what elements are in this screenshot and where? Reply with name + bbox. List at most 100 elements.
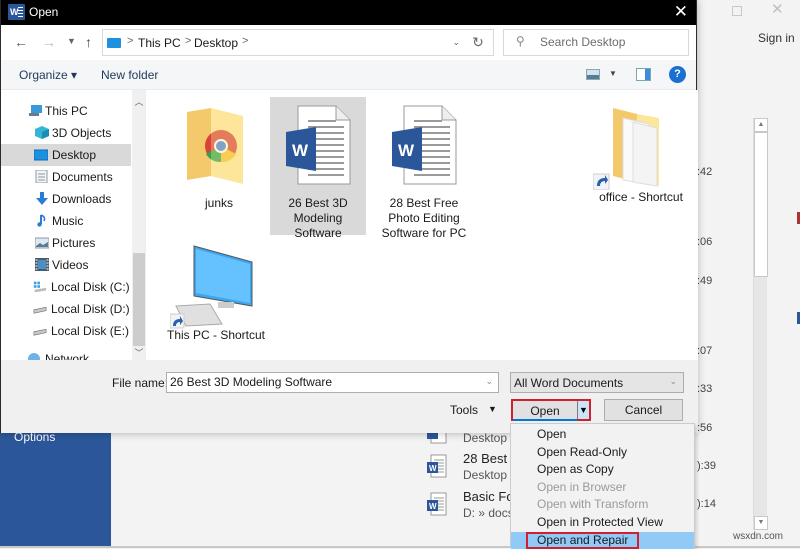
- file-item-shortcut[interactable]: This PC - Shortcut: [166, 244, 266, 344]
- open-split-button[interactable]: Open ▼: [511, 399, 591, 421]
- file-item-shortcut[interactable]: office - Shortcut: [589, 98, 693, 208]
- menu-item-open-read-only[interactable]: Open Read-Only: [511, 444, 694, 462]
- breadcrumb-separator-icon[interactable]: >: [127, 35, 133, 47]
- nav-item-label: Local Disk (D:): [51, 302, 130, 316]
- recent-item-title: 28 Best: [463, 451, 508, 466]
- search-input[interactable]: [540, 35, 680, 49]
- chrome-folder-icon: [187, 108, 243, 184]
- menu-item-open-and-repair[interactable]: Open and Repair: [511, 531, 694, 549]
- scrollbar-thumb[interactable]: [754, 132, 768, 277]
- dialog-title: Open: [29, 5, 59, 19]
- up-arrow-icon[interactable]: ↑: [85, 34, 92, 50]
- highlight-annotation-box: [526, 531, 639, 549]
- sign-in-link[interactable]: Sign in: [758, 31, 795, 45]
- open-options-dropdown-arrow-icon[interactable]: ▼: [577, 401, 589, 419]
- nav-item-documents[interactable]: Documents: [1, 166, 131, 188]
- open-button[interactable]: Open: [513, 404, 577, 418]
- recent-item-title: Basic Fo: [463, 489, 514, 504]
- nav-item-label: 3D Objects: [52, 126, 112, 140]
- nav-item-label: Pictures: [52, 236, 96, 250]
- close-icon[interactable]: ✕: [674, 2, 688, 22]
- address-history-chevron-icon[interactable]: ⌄: [452, 37, 460, 48]
- nav-item-desktop[interactable]: Desktop: [1, 144, 131, 166]
- scroll-down-chevron-icon[interactable]: ﹀: [132, 346, 145, 360]
- nav-item-label: Desktop: [52, 148, 97, 162]
- navigation-pane-scrollbar[interactable]: ︿ ﹀: [132, 90, 145, 360]
- tools-menu-button[interactable]: Tools: [450, 403, 478, 417]
- file-name: office - Shortcut: [599, 190, 683, 204]
- recent-list-scrollbar[interactable]: ▲ ▼: [753, 118, 768, 530]
- word-app-icon: W: [8, 4, 25, 20]
- change-view-icon[interactable]: [586, 69, 600, 80]
- word-document-icon: W: [286, 105, 351, 185]
- close-icon[interactable]: ✕: [771, 0, 784, 18]
- documents-icon: [35, 170, 48, 183]
- menu-item-open-in-protected-view[interactable]: Open in Protected View: [511, 514, 694, 532]
- nav-item-music[interactable]: Music: [1, 210, 131, 232]
- breadcrumb-separator-icon[interactable]: >: [242, 35, 248, 47]
- menu-item-open-with-transform: Open with Transform: [511, 496, 694, 514]
- scroll-up-chevron-icon[interactable]: ︿: [132, 95, 145, 109]
- chevron-down-icon[interactable]: ⌄: [485, 376, 493, 387]
- cube-icon: [35, 126, 49, 139]
- menu-item-open[interactable]: Open: [511, 426, 694, 444]
- file-name-input[interactable]: [170, 375, 470, 389]
- windows-drive-icon: [33, 281, 47, 293]
- nav-item-local-disk-c[interactable]: Local Disk (C:): [1, 276, 131, 298]
- file-item-folder[interactable]: junks: [171, 98, 267, 218]
- file-type-select[interactable]: All Word Documents ⌄: [510, 372, 684, 393]
- nav-item-label: Local Disk (C:): [51, 280, 130, 294]
- nav-item-this-pc[interactable]: This PC: [1, 100, 131, 122]
- nav-item-pictures[interactable]: Pictures: [1, 232, 131, 254]
- forward-arrow-icon[interactable]: →: [42, 34, 56, 50]
- dialog-titlebar[interactable]: W Open ✕: [1, 0, 696, 25]
- nav-item-downloads[interactable]: Downloads: [1, 188, 131, 210]
- help-icon[interactable]: ?: [669, 66, 686, 83]
- breadcrumb-desktop[interactable]: Desktop: [194, 36, 238, 50]
- recent-item-location: D: » docs: [463, 506, 514, 520]
- desktop-icon: [34, 149, 48, 161]
- file-name-combobox[interactable]: ⌄: [166, 372, 499, 393]
- recent-time: ):14: [697, 498, 716, 510]
- scroll-down-arrow-icon[interactable]: ▼: [754, 516, 768, 530]
- address-bar[interactable]: > This PC > Desktop > ⌄: [102, 29, 467, 56]
- recent-time: :49: [697, 275, 713, 287]
- menu-item-label: Open as Copy: [537, 462, 614, 477]
- file-name: This PC - Shortcut: [166, 328, 266, 342]
- folder-shortcut-icon: [593, 108, 659, 190]
- cancel-button[interactable]: Cancel: [604, 399, 683, 421]
- pictures-icon: [35, 237, 49, 249]
- breadcrumb-this-pc[interactable]: This PC: [138, 36, 181, 50]
- recent-document-item[interactable]: W 28 Best Desktop: [427, 451, 517, 485]
- menu-item-open-as-copy[interactable]: Open as Copy: [511, 461, 694, 479]
- new-folder-button[interactable]: New folder: [101, 68, 158, 82]
- nav-item-3d-objects[interactable]: 3D Objects: [1, 122, 131, 144]
- search-box[interactable]: ⚲: [503, 29, 689, 56]
- preview-pane-icon[interactable]: [636, 68, 651, 81]
- file-name: 28 Best Free Photo Editing Software for …: [381, 196, 467, 240]
- recent-locations-chevron-icon[interactable]: ▼: [67, 36, 76, 46]
- breadcrumb-separator-icon[interactable]: >: [185, 35, 191, 47]
- recent-document-item[interactable]: W Basic Fo D: » docs: [427, 489, 517, 523]
- nav-item-local-disk-e[interactable]: Local Disk (E:): [1, 320, 131, 342]
- scrollbar-thumb[interactable]: [133, 253, 145, 346]
- refresh-button[interactable]: ↻: [463, 29, 494, 56]
- organize-menu-button[interactable]: Organize ▾: [19, 68, 77, 82]
- download-arrow-icon: [36, 192, 48, 205]
- focus-underline: [513, 419, 577, 421]
- back-arrow-icon[interactable]: ←: [14, 34, 28, 50]
- scroll-up-arrow-icon[interactable]: ▲: [754, 118, 768, 132]
- view-options-dropdown-icon[interactable]: ▼: [609, 69, 617, 78]
- file-name: junks: [204, 196, 233, 210]
- file-item-word-document[interactable]: W 28 Best Free Photo Editing Software fo…: [376, 97, 472, 240]
- nav-item-network[interactable]: Network: [1, 348, 131, 360]
- svg-text:W: W: [398, 141, 415, 160]
- nav-item-videos[interactable]: Videos: [1, 254, 131, 276]
- tools-dropdown-arrow-icon[interactable]: ▼: [488, 404, 497, 414]
- navigation-bar: ← → ▼ ↑ > This PC > Desktop > ⌄ ↻ ⚲: [1, 25, 696, 60]
- file-item-word-document[interactable]: W 26 Best 3D Modeling Software: [270, 97, 366, 240]
- nav-item-local-disk-d[interactable]: Local Disk (D:): [1, 298, 131, 320]
- file-name-label: File name:: [112, 376, 169, 390]
- maximize-icon[interactable]: [732, 6, 742, 16]
- svg-text:W: W: [429, 464, 437, 473]
